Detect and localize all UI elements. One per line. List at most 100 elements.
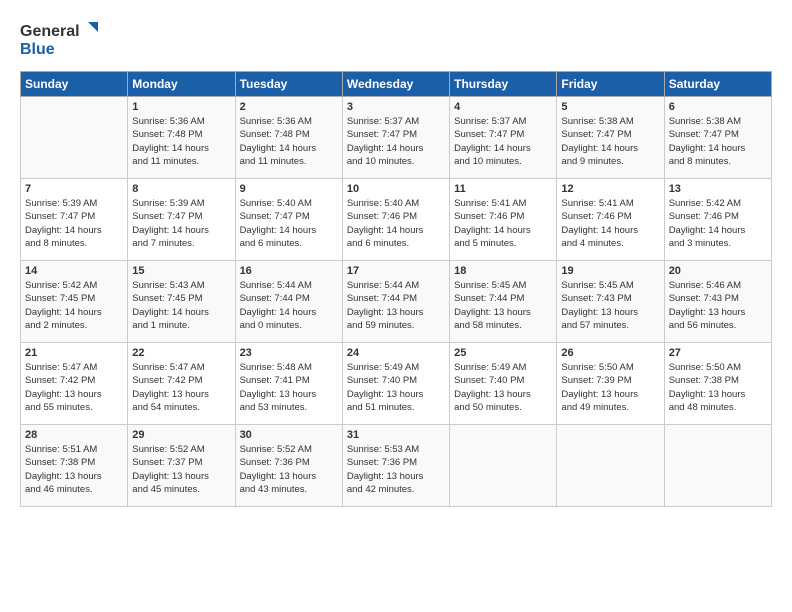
day-number: 4 (454, 101, 552, 113)
calendar-cell: 26 Sunrise: 5:50 AM Sunset: 7:39 PM Dayli… (557, 343, 664, 425)
day-number: 26 (561, 347, 659, 359)
day-number: 24 (347, 347, 445, 359)
day-number: 3 (347, 101, 445, 113)
cell-info: Sunrise: 5:41 AM Sunset: 7:46 PM Dayligh… (454, 197, 552, 250)
cell-info: Sunrise: 5:45 AM Sunset: 7:43 PM Dayligh… (561, 279, 659, 332)
day-number: 29 (132, 429, 230, 441)
cell-info: Sunrise: 5:47 AM Sunset: 7:42 PM Dayligh… (132, 361, 230, 414)
calendar-cell: 14Sunrise: 5:42 AM Sunset: 7:45 PM Dayli… (21, 261, 128, 343)
cell-info: Sunrise: 5:49 AM Sunset: 7:40 PM Dayligh… (454, 361, 552, 414)
day-number: 18 (454, 265, 552, 277)
calendar-cell: 7Sunrise: 5:39 AM Sunset: 7:47 PM Daylig… (21, 179, 128, 261)
cell-info: Sunrise: 5:43 AM Sunset: 7:45 PM Dayligh… (132, 279, 230, 332)
day-number: 22 (132, 347, 230, 359)
day-number: 10 (347, 183, 445, 195)
week-row-5: 28Sunrise: 5:51 AM Sunset: 7:38 PM Dayli… (21, 425, 772, 507)
cell-info: Sunrise: 5:47 AM Sunset: 7:42 PM Dayligh… (25, 361, 123, 414)
calendar-cell: 10 Sunrise: 5:40 AM Sunset: 7:46 PM Dayli… (342, 179, 449, 261)
cell-info: Sunrise: 5:46 AM Sunset: 7:43 PM Dayligh… (669, 279, 767, 332)
cell-info: Sunrise: 5:52 AM Sunset: 7:37 PM Dayligh… (132, 443, 230, 496)
calendar-cell: 5Sunrise: 5:38 AM Sunset: 7:47 PM Daylig… (557, 97, 664, 179)
col-header-wednesday: Wednesday (342, 72, 449, 97)
day-number: 25 (454, 347, 552, 359)
day-number: 5 (561, 101, 659, 113)
calendar-cell: 27 Sunrise: 5:50 AM Sunset: 7:38 PM Dayli… (664, 343, 771, 425)
day-number: 1 (132, 101, 230, 113)
calendar-cell: 29 Sunrise: 5:52 AM Sunset: 7:37 PM Dayli… (128, 425, 235, 507)
calendar-cell: 15 Sunrise: 5:43 AM Sunset: 7:45 PM Dayli… (128, 261, 235, 343)
day-number: 16 (240, 265, 338, 277)
calendar-cell: 6 Sunrise: 5:38 AM Sunset: 7:47 PM Daylig… (664, 97, 771, 179)
calendar-cell: 31 Sunrise: 5:53 AM Sunset: 7:36 PM Dayli… (342, 425, 449, 507)
calendar-cell: 19 Sunrise: 5:45 AM Sunset: 7:43 PM Dayli… (557, 261, 664, 343)
day-number: 20 (669, 265, 767, 277)
col-header-friday: Friday (557, 72, 664, 97)
header-row: SundayMondayTuesdayWednesdayThursdayFrid… (21, 72, 772, 97)
svg-text:General: General (20, 23, 80, 40)
cell-info: Sunrise: 5:40 AM Sunset: 7:46 PM Dayligh… (347, 197, 445, 250)
week-row-3: 14Sunrise: 5:42 AM Sunset: 7:45 PM Dayli… (21, 261, 772, 343)
cell-info: Sunrise: 5:53 AM Sunset: 7:36 PM Dayligh… (347, 443, 445, 496)
cell-info: Sunrise: 5:44 AM Sunset: 7:44 PM Dayligh… (240, 279, 338, 332)
cell-info: Sunrise: 5:42 AM Sunset: 7:46 PM Dayligh… (669, 197, 767, 250)
page-container: General Blue SundayMondayTuesdayWednesda… (0, 0, 792, 517)
day-number: 15 (132, 265, 230, 277)
calendar-cell: 23Sunrise: 5:48 AM Sunset: 7:41 PM Dayli… (235, 343, 342, 425)
day-number: 6 (669, 101, 767, 113)
cell-info: Sunrise: 5:36 AM Sunset: 7:48 PM Dayligh… (240, 115, 338, 168)
col-header-saturday: Saturday (664, 72, 771, 97)
calendar-cell: 16 Sunrise: 5:44 AM Sunset: 7:44 PM Dayli… (235, 261, 342, 343)
week-row-1: 1 Sunrise: 5:36 AM Sunset: 7:48 PM Daylig… (21, 97, 772, 179)
day-number: 13 (669, 183, 767, 195)
cell-info: Sunrise: 5:36 AM Sunset: 7:48 PM Dayligh… (132, 115, 230, 168)
day-number: 11 (454, 183, 552, 195)
day-number: 30 (240, 429, 338, 441)
day-number: 19 (561, 265, 659, 277)
logo-block: General Blue (20, 18, 110, 65)
calendar-cell (450, 425, 557, 507)
week-row-2: 7 Sunrise: 5:39 AM Sunset: 7:47 PM Daylig… (21, 179, 772, 261)
svg-text:Blue: Blue (20, 41, 55, 58)
calendar-cell: 4 Sunrise: 5:37 AM Sunset: 7:47 PM Daylig… (450, 97, 557, 179)
day-number: 9 (240, 183, 338, 195)
calendar-cell (664, 425, 771, 507)
cell-info: Sunrise: 5:41 AM Sunset: 7:46 PM Dayligh… (561, 197, 659, 250)
cell-info: Sunrise: 5:37 AM Sunset: 7:47 PM Dayligh… (454, 115, 552, 168)
day-number: 17 (347, 265, 445, 277)
col-header-tuesday: Tuesday (235, 72, 342, 97)
col-header-thursday: Thursday (450, 72, 557, 97)
week-row-4: 21 Sunrise: 5:47 AM Sunset: 7:42 PM Dayli… (21, 343, 772, 425)
cell-info: Sunrise: 5:39 AM Sunset: 7:47 PM Dayligh… (132, 197, 230, 250)
day-number: 12 (561, 183, 659, 195)
calendar-cell (21, 97, 128, 179)
day-number: 8 (132, 183, 230, 195)
calendar-table: SundayMondayTuesdayWednesdayThursdayFrid… (20, 71, 772, 507)
day-number: 27 (669, 347, 767, 359)
cell-info: Sunrise: 5:37 AM Sunset: 7:47 PM Dayligh… (347, 115, 445, 168)
calendar-cell: 30 Sunrise: 5:52 AM Sunset: 7:36 PM Dayli… (235, 425, 342, 507)
day-number: 14 (25, 265, 123, 277)
calendar-cell: 3 Sunrise: 5:37 AM Sunset: 7:47 PM Daylig… (342, 97, 449, 179)
calendar-cell: 21 Sunrise: 5:47 AM Sunset: 7:42 PM Dayli… (21, 343, 128, 425)
calendar-cell: 12 Sunrise: 5:41 AM Sunset: 7:46 PM Dayli… (557, 179, 664, 261)
cell-info: Sunrise: 5:50 AM Sunset: 7:38 PM Dayligh… (669, 361, 767, 414)
day-number: 21 (25, 347, 123, 359)
day-number: 7 (25, 183, 123, 195)
cell-info: Sunrise: 5:44 AM Sunset: 7:44 PM Dayligh… (347, 279, 445, 332)
calendar-cell: 2Sunrise: 5:36 AM Sunset: 7:48 PM Daylig… (235, 97, 342, 179)
cell-info: Sunrise: 5:40 AM Sunset: 7:47 PM Dayligh… (240, 197, 338, 250)
cell-info: Sunrise: 5:50 AM Sunset: 7:39 PM Dayligh… (561, 361, 659, 414)
calendar-cell: 20 Sunrise: 5:46 AM Sunset: 7:43 PM Dayli… (664, 261, 771, 343)
col-header-sunday: Sunday (21, 72, 128, 97)
cell-info: Sunrise: 5:52 AM Sunset: 7:36 PM Dayligh… (240, 443, 338, 496)
calendar-cell: 11 Sunrise: 5:41 AM Sunset: 7:46 PM Dayli… (450, 179, 557, 261)
calendar-cell: 1 Sunrise: 5:36 AM Sunset: 7:48 PM Daylig… (128, 97, 235, 179)
calendar-cell: 25 Sunrise: 5:49 AM Sunset: 7:40 PM Dayli… (450, 343, 557, 425)
calendar-cell: 8 Sunrise: 5:39 AM Sunset: 7:47 PM Daylig… (128, 179, 235, 261)
cell-info: Sunrise: 5:48 AM Sunset: 7:41 PM Dayligh… (240, 361, 338, 414)
calendar-cell: 24 Sunrise: 5:49 AM Sunset: 7:40 PM Dayli… (342, 343, 449, 425)
cell-info: Sunrise: 5:38 AM Sunset: 7:47 PM Dayligh… (669, 115, 767, 168)
cell-info: Sunrise: 5:49 AM Sunset: 7:40 PM Dayligh… (347, 361, 445, 414)
cell-info: Sunrise: 5:51 AM Sunset: 7:38 PM Dayligh… (25, 443, 123, 496)
day-number: 31 (347, 429, 445, 441)
